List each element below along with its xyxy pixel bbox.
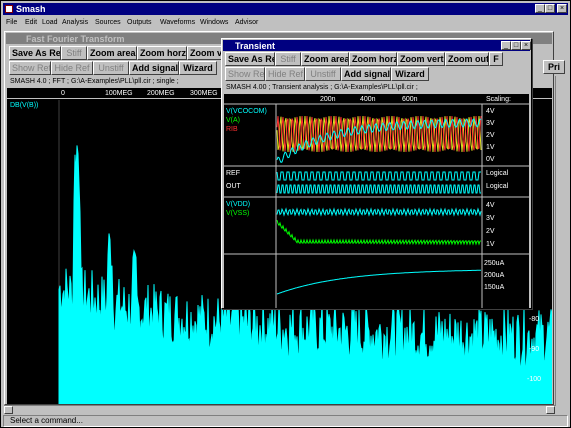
wizard-button[interactable]: Wizard <box>179 61 217 75</box>
scale-p4-250ua: 250uA <box>484 260 505 267</box>
signal-rib: RIB <box>226 126 238 133</box>
scale-p2-logical-2: Logical <box>486 183 509 190</box>
scale-p1-4v: 4V <box>486 108 495 115</box>
transient-title-bar[interactable]: Transient <box>223 40 530 51</box>
t-unstiff-button[interactable]: Unstiff <box>305 67 341 81</box>
maximize-button[interactable]: □ <box>545 4 555 13</box>
current-trace <box>276 269 481 295</box>
status-text: Select a command... <box>10 416 83 425</box>
menu-file[interactable]: File <box>6 18 17 27</box>
y-tick-minus100: -100 <box>527 376 542 383</box>
horizontal-scrollbar[interactable] <box>4 405 555 414</box>
scale-p4-200ua: 200uA <box>484 272 505 279</box>
signal-vcocom: V(VCOCOM) <box>226 108 267 115</box>
save-as-ref-button[interactable]: Save As Ref <box>9 46 61 60</box>
signal-vdd: V(VDD) <box>226 201 251 208</box>
y-tick-minus80: -80 <box>529 316 540 323</box>
scale-p1-3v: 3V <box>486 120 495 127</box>
scale-p3-4v: 4V <box>486 202 495 209</box>
fft-title: Fast Fourier Transform <box>26 34 125 44</box>
app-icon <box>5 5 13 13</box>
scale-p4-150ua: 150uA <box>484 284 505 291</box>
out-trace <box>276 184 481 194</box>
menu-advisor[interactable]: Advisor <box>235 18 258 27</box>
main-window: Smash _ □ × File Edit Load Analysis Sour… <box>0 0 571 428</box>
scale-p1-0v: 0V <box>486 156 495 163</box>
t-add-signal-button[interactable]: Add signal <box>341 67 391 81</box>
transient-close-button[interactable]: × <box>521 41 531 50</box>
unstiff-button[interactable]: Unstiff <box>93 61 129 75</box>
vss-trace <box>276 219 482 246</box>
t-hide-ref-button[interactable]: Hide Ref <box>265 67 305 81</box>
scroll-right-arrow[interactable] <box>546 406 555 414</box>
t-f-button[interactable]: F <box>489 52 503 66</box>
transient-window: Transient _ □ × Save As Ref Stiff Zoom a… <box>221 38 532 309</box>
transient-maximize-button[interactable]: □ <box>511 41 521 50</box>
ref-trace <box>276 171 481 181</box>
scale-p3-2v: 2V <box>486 228 495 235</box>
menu-outputs[interactable]: Outputs <box>127 18 152 27</box>
menu-waveforms[interactable]: Waveforms <box>160 18 195 27</box>
y-tick-minus90: -90 <box>529 346 540 353</box>
app-title-bar[interactable]: Smash <box>3 3 568 15</box>
signal-out: OUT <box>226 183 241 190</box>
t-zoom-area-button[interactable]: Zoom area <box>301 52 349 66</box>
transient-minimize-button[interactable]: _ <box>501 41 511 50</box>
show-ref-button[interactable]: Show Ref <box>9 61 51 75</box>
transient-info-line: SMASH 4.00 ; Transient analysis ; G:\A-E… <box>226 84 418 91</box>
t-save-as-ref-button[interactable]: Save As Ref <box>225 52 275 66</box>
t-zoom-out-button[interactable]: Zoom out <box>445 52 489 66</box>
t-stiff-button[interactable]: Stiff <box>275 52 301 66</box>
t-show-ref-button[interactable]: Show Ref <box>225 67 265 81</box>
zoom-area-button[interactable]: Zoom area <box>87 46 137 60</box>
close-button[interactable]: × <box>557 4 567 13</box>
signal-vss: V(VSS) <box>226 210 250 217</box>
menu-analysis[interactable]: Analysis <box>62 18 88 27</box>
signal-ref: REF <box>226 170 240 177</box>
t-wizard-button[interactable]: Wizard <box>391 67 429 81</box>
scale-p3-3v: 3V <box>486 215 495 222</box>
scale-p3-1v: 1V <box>486 241 495 248</box>
scale-p2-logical-1: Logical <box>486 170 509 177</box>
main-scrollbar[interactable] <box>555 76 568 406</box>
scale-p1-1v: 1V <box>486 144 495 151</box>
transient-plot[interactable]: 200n 400n 600n Scaling: V(VCOCOM) V(A) R… <box>224 94 529 308</box>
hide-ref-button[interactable]: Hide Ref <box>51 61 93 75</box>
scale-p1-2v: 2V <box>486 132 495 139</box>
vdd-trace <box>276 207 482 217</box>
stiff-button[interactable]: Stiff <box>61 46 87 60</box>
menu-windows[interactable]: Windows <box>200 18 228 27</box>
print-button[interactable]: Pri <box>543 60 565 74</box>
menu-load[interactable]: Load <box>42 18 58 27</box>
zoom-vert-button[interactable]: Zoom v <box>187 46 225 60</box>
app-title: Smash <box>16 4 46 14</box>
menu-sources[interactable]: Sources <box>95 18 121 27</box>
signal-va: V(A) <box>226 117 240 124</box>
minimize-button[interactable]: _ <box>535 4 545 13</box>
scroll-left-arrow[interactable] <box>4 406 13 414</box>
t-zoom-horz-button[interactable]: Zoom horz <box>349 52 397 66</box>
zoom-horz-button[interactable]: Zoom horz <box>137 46 187 60</box>
add-signal-button[interactable]: Add signal <box>129 61 179 75</box>
transient-title: Transient <box>235 41 276 51</box>
t-zoom-vert-button[interactable]: Zoom vert <box>397 52 445 66</box>
menu-edit[interactable]: Edit <box>25 18 37 27</box>
status-bar: Select a command... <box>3 415 568 427</box>
